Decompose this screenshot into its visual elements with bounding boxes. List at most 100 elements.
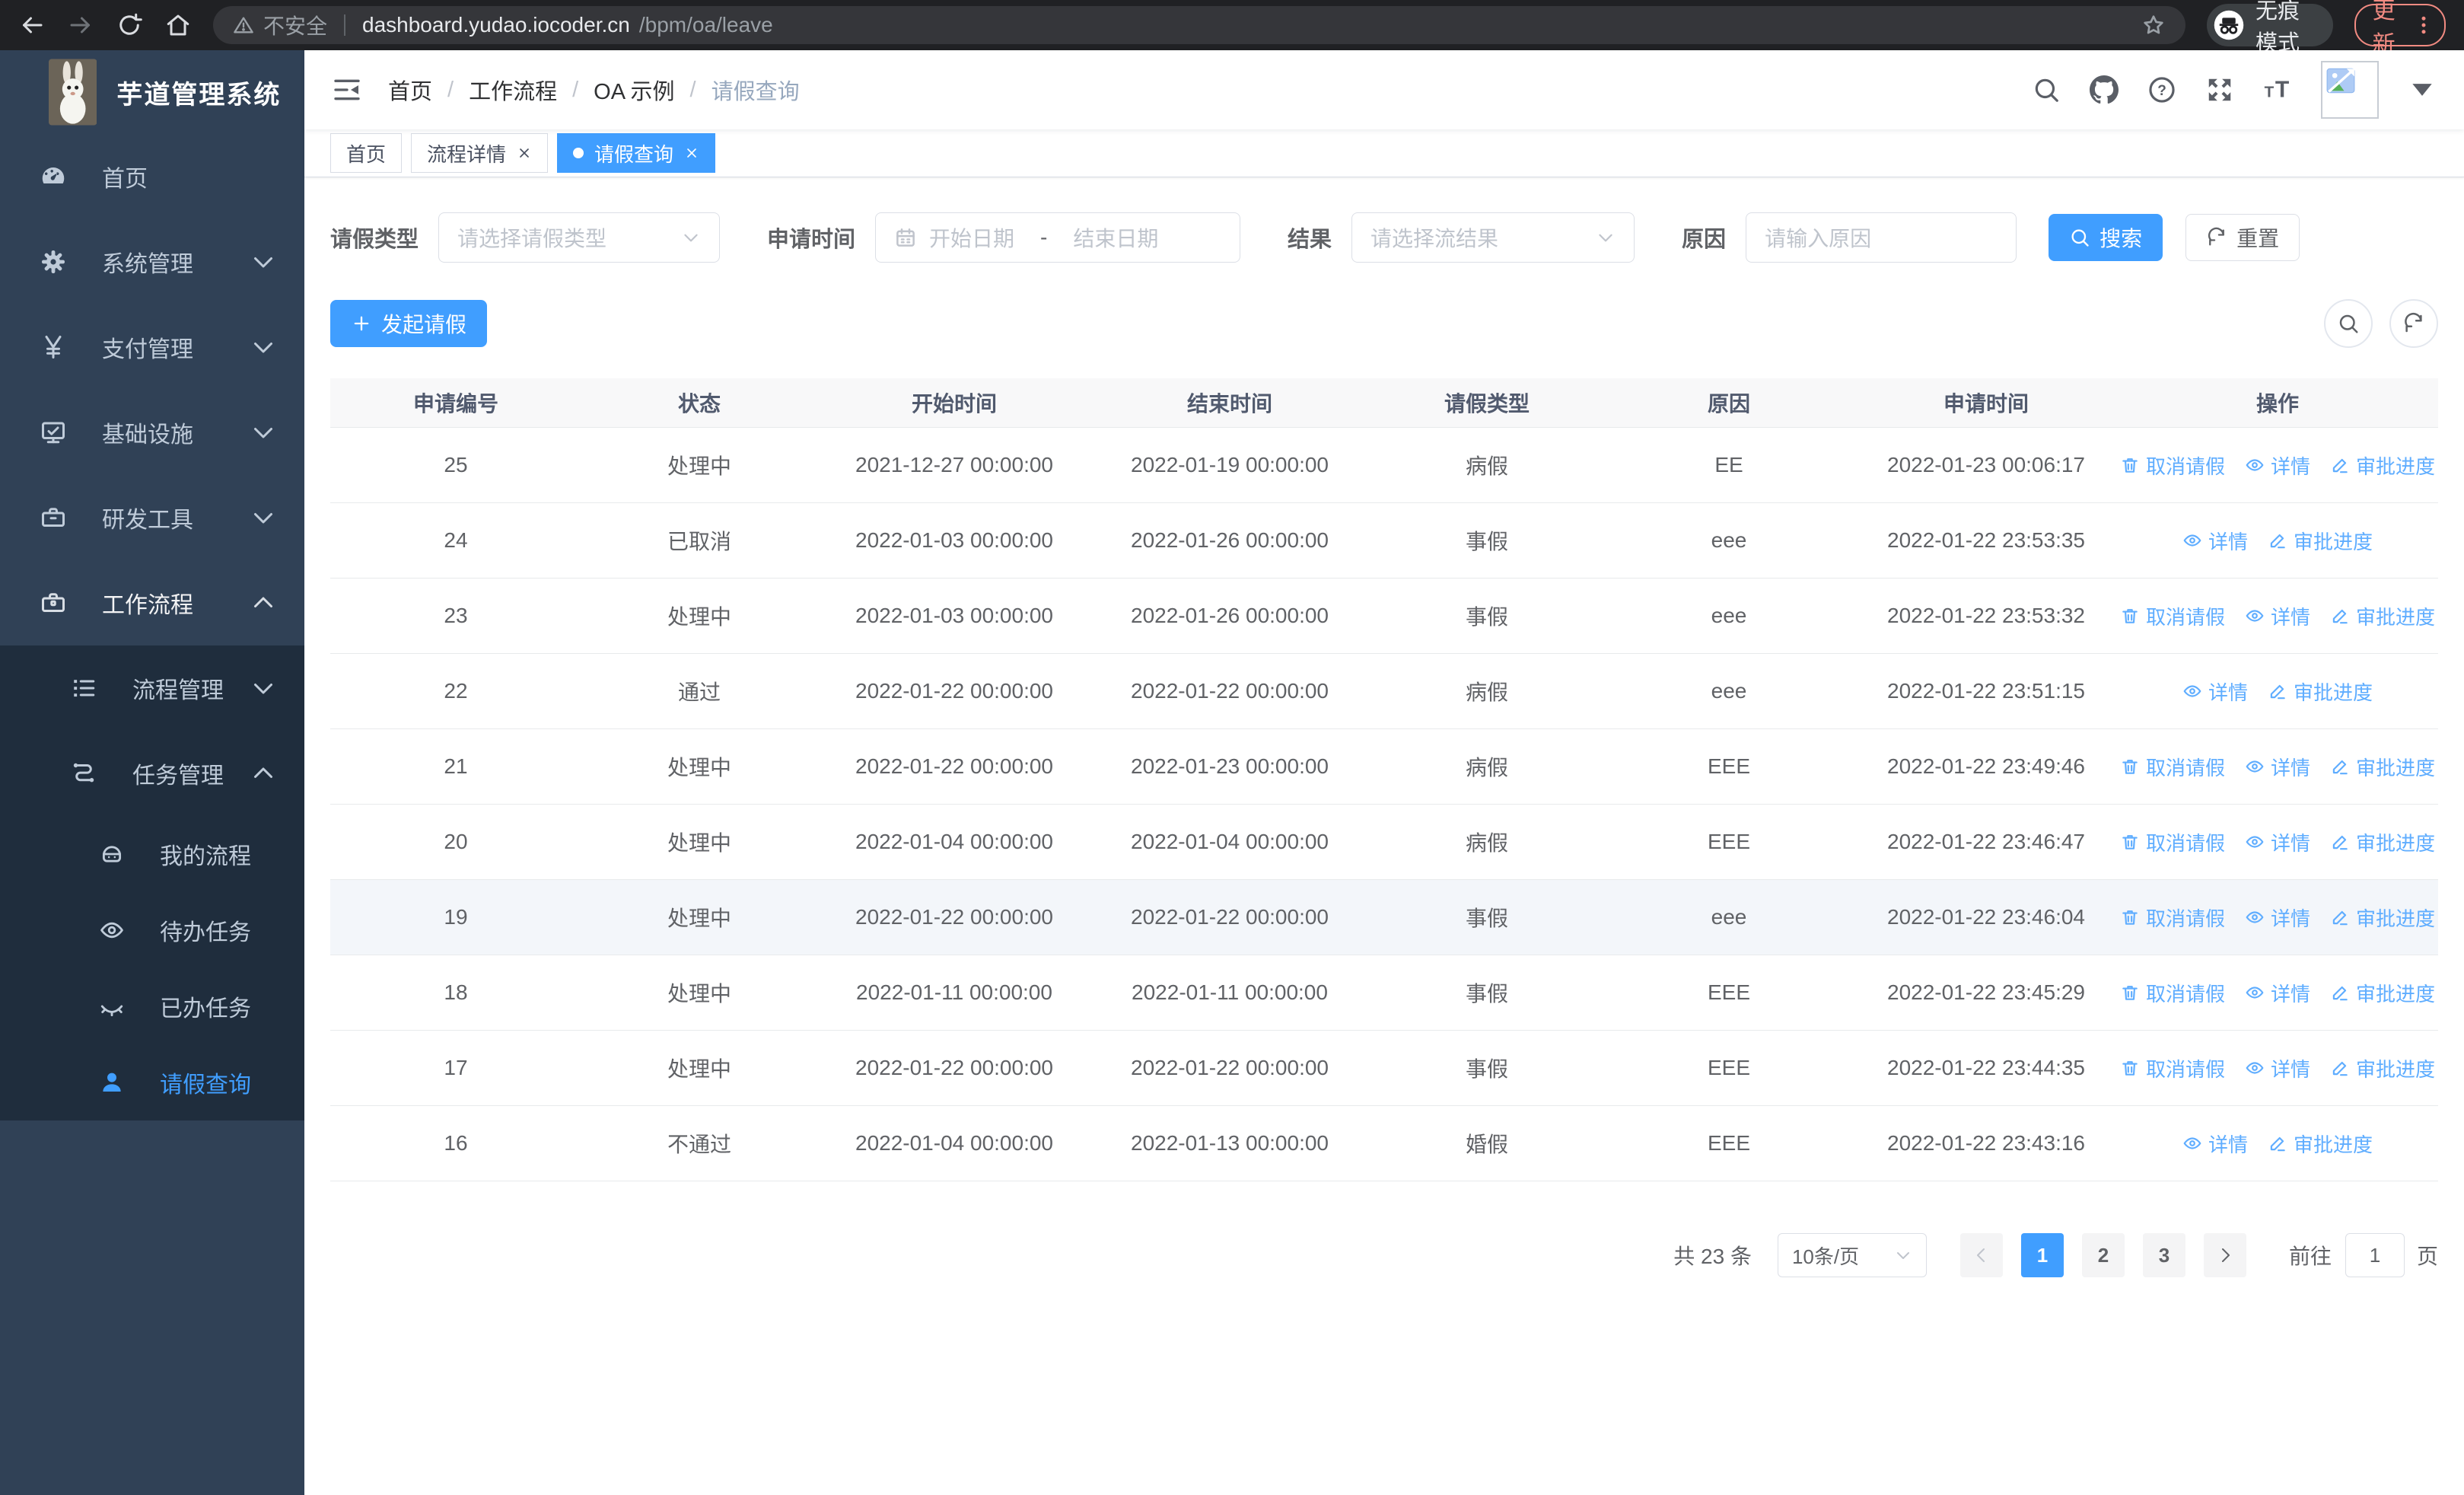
detail-link[interactable]: 详情 <box>2245 753 2310 781</box>
security-warning-icon[interactable] <box>233 14 254 36</box>
avatar[interactable] <box>2321 61 2379 119</box>
breadcrumb-item[interactable]: OA 示例 <box>594 74 674 106</box>
sidebar-item-process-management[interactable]: 流程管理 <box>0 645 304 731</box>
reason-input[interactable]: 请输入原因 <box>1746 212 2017 263</box>
progress-link[interactable]: 审批进度 <box>2268 677 2373 706</box>
progress-link[interactable]: 审批进度 <box>2330 904 2435 932</box>
progress-link[interactable]: 审批进度 <box>2330 602 2435 630</box>
sidebar-item-label: 请假查询 <box>160 1073 251 1098</box>
cancel-leave-link[interactable]: 取消请假 <box>2120 828 2225 856</box>
address-bar[interactable]: 不安全 dashboard.yudao.iocoder.cn/bpm/oa/le… <box>213 6 2185 44</box>
detail-link[interactable]: 详情 <box>2245 979 2310 1007</box>
cancel-leave-link[interactable]: 取消请假 <box>2120 904 2225 932</box>
detail-link[interactable]: 详情 <box>2245 602 2310 630</box>
page-button-3[interactable]: 3 <box>2142 1233 2185 1277</box>
refresh-table-button[interactable] <box>2389 299 2438 348</box>
progress-link[interactable]: 审批进度 <box>2330 979 2435 1007</box>
sidebar-item-dev-tools[interactable]: 研发工具 <box>0 475 304 560</box>
browser-back-icon[interactable] <box>18 11 46 39</box>
detail-link[interactable]: 详情 <box>2182 677 2248 706</box>
table-row[interactable]: 16 不通过 2022-01-04 00:00:00 2022-01-13 00:00… <box>330 1106 2438 1181</box>
reset-button[interactable]: 重置 <box>2185 214 2300 261</box>
sidebar-item-system-management[interactable]: 系统管理 <box>0 219 304 304</box>
table-row[interactable]: 24 已取消 2022-01-03 00:00:00 2022-01-26 00:00… <box>330 503 2438 579</box>
progress-link[interactable]: 审批进度 <box>2268 527 2373 555</box>
cell-id: 16 <box>444 1131 468 1155</box>
table-row[interactable]: 19 处理中 2022-01-22 00:00:00 2022-01-22 00:00… <box>330 880 2438 955</box>
browser-home-icon[interactable] <box>164 11 192 39</box>
sidebar-item-payment-management[interactable]: 支付管理 <box>0 304 304 390</box>
page-button-1[interactable]: 1 <box>2020 1233 2064 1277</box>
detail-link[interactable]: 详情 <box>2245 904 2310 932</box>
result-select[interactable]: 请选择流结果 <box>1351 212 1635 263</box>
edit-icon <box>2268 1133 2287 1153</box>
table-row[interactable]: 25 处理中 2021-12-27 00:00:00 2022-01-19 00:00… <box>330 428 2438 503</box>
progress-link[interactable]: 审批进度 <box>2330 753 2435 781</box>
leave-type-select[interactable]: 请选择请假类型 <box>438 212 721 263</box>
table-row[interactable]: 23 处理中 2022-01-03 00:00:00 2022-01-26 00:00… <box>330 579 2438 654</box>
search-button[interactable]: 搜索 <box>2049 214 2163 261</box>
detail-link[interactable]: 详情 <box>2245 451 2310 480</box>
sidebar-logo[interactable]: 芋道管理系统 <box>0 50 304 134</box>
tag-view-tab[interactable]: 请假查询 <box>557 133 716 173</box>
detail-link[interactable]: 详情 <box>2245 828 2310 856</box>
chevron-down-icon <box>250 504 277 531</box>
collapse-sidebar-icon[interactable] <box>332 75 362 105</box>
progress-link[interactable]: 审批进度 <box>2268 1130 2373 1158</box>
browser-update-button[interactable]: 更新 <box>2354 0 2446 57</box>
tag-view-tab[interactable]: 流程详情 <box>411 133 549 173</box>
header-search-icon[interactable] <box>2032 75 2061 104</box>
sidebar-item-home[interactable]: 首页 <box>0 134 304 219</box>
close-tab-icon[interactable] <box>684 145 699 161</box>
breadcrumb-item[interactable]: 工作流程 <box>469 74 557 106</box>
page-size-select[interactable]: 10条/页 <box>1777 1233 1927 1277</box>
next-page-button[interactable] <box>2203 1233 2246 1277</box>
avatar-caret-icon[interactable] <box>2408 75 2437 104</box>
font-size-icon[interactable]: TT <box>2263 75 2292 104</box>
cancel-leave-link[interactable]: 取消请假 <box>2120 753 2225 781</box>
sidebar-item-workflow[interactable]: 工作流程 <box>0 560 304 645</box>
browser-reload-icon[interactable] <box>116 11 143 39</box>
cancel-leave-link[interactable]: 取消请假 <box>2120 451 2225 480</box>
prev-page-button[interactable] <box>1959 1233 2003 1277</box>
detail-link[interactable]: 详情 <box>2245 1054 2310 1082</box>
help-icon[interactable]: ? <box>2147 75 2176 104</box>
cancel-leave-link[interactable]: 取消请假 <box>2120 979 2225 1007</box>
create-leave-button[interactable]: 发起请假 <box>330 300 488 347</box>
table-row[interactable]: 21 处理中 2022-01-22 00:00:00 2022-01-23 00:00… <box>330 729 2438 805</box>
sidebar-item-todo-tasks[interactable]: 待办任务 <box>0 892 304 968</box>
detail-link[interactable]: 详情 <box>2182 527 2248 555</box>
sidebar-item-done-tasks[interactable]: 已办任务 <box>0 968 304 1044</box>
search-icon <box>2069 227 2090 248</box>
toggle-search-button[interactable] <box>2324 299 2373 348</box>
cancel-leave-link[interactable]: 取消请假 <box>2120 602 2225 630</box>
github-icon[interactable] <box>2090 75 2119 104</box>
close-tab-icon[interactable] <box>517 145 532 161</box>
progress-link[interactable]: 审批进度 <box>2330 1054 2435 1082</box>
reason-placeholder: 请输入原因 <box>1765 227 1872 250</box>
table-row[interactable]: 20 处理中 2022-01-04 00:00:00 2022-01-04 00:00… <box>330 805 2438 880</box>
table-row[interactable]: 17 处理中 2022-01-22 00:00:00 2022-01-22 00:00… <box>330 1031 2438 1106</box>
progress-link[interactable]: 审批进度 <box>2330 451 2435 480</box>
apply-time-range-picker[interactable]: 开始日期 - 结束日期 <box>875 212 1241 263</box>
table-row[interactable]: 22 通过 2022-01-22 00:00:00 2022-01-22 00:00:… <box>330 654 2438 729</box>
fullscreen-icon[interactable] <box>2205 75 2234 104</box>
sidebar-item-task-management[interactable]: 任务管理 <box>0 731 304 816</box>
cancel-leave-link[interactable]: 取消请假 <box>2120 1054 2225 1082</box>
result-placeholder: 请选择流结果 <box>1370 227 1499 250</box>
breadcrumb-item[interactable]: 首页 <box>388 74 432 106</box>
browser-forward-icon[interactable] <box>67 11 94 39</box>
progress-link[interactable]: 审批进度 <box>2330 828 2435 856</box>
cell-end-time: 2022-01-11 00:00:00 <box>1132 980 1328 1004</box>
browser-menu-icon[interactable] <box>2412 14 2435 37</box>
detail-link[interactable]: 详情 <box>2182 1130 2248 1158</box>
sidebar-item-my-process[interactable]: 我的流程 <box>0 816 304 892</box>
tag-view-tab[interactable]: 首页 <box>330 133 403 173</box>
goto-page-input[interactable]: 1 <box>2345 1233 2405 1277</box>
table-row[interactable]: 18 处理中 2022-01-11 00:00:00 2022-01-11 00:00… <box>330 955 2438 1031</box>
bookmark-star-icon[interactable] <box>2141 13 2166 37</box>
sidebar-item-infrastructure[interactable]: 基础设施 <box>0 390 304 475</box>
page-button-2[interactable]: 2 <box>2081 1233 2125 1277</box>
cell-status: 已取消 <box>667 530 731 553</box>
sidebar-item-leave-query[interactable]: 请假查询 <box>0 1044 304 1120</box>
